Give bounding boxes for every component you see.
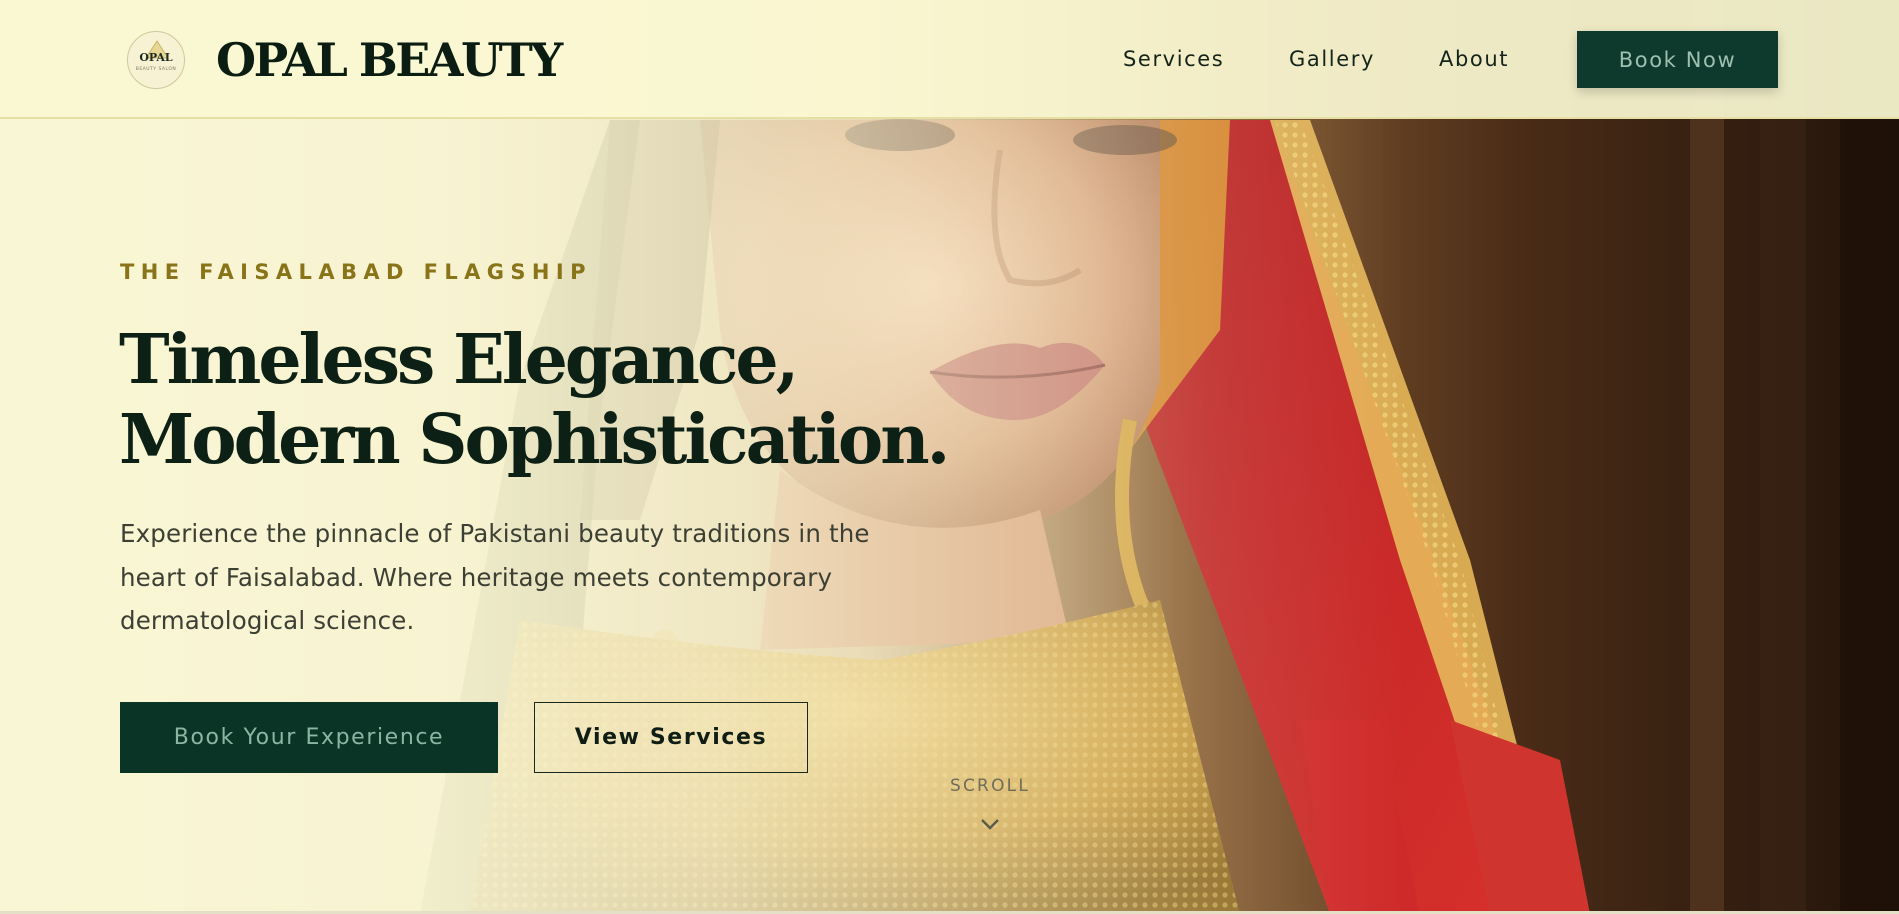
- hero-description: Experience the pinnacle of Pakistani bea…: [120, 519, 870, 635]
- book-experience-button[interactable]: Book Your Experience: [120, 702, 498, 773]
- site-header: OPAL BEAUTY SALON OPAL BEAUTY Services G…: [0, 0, 1899, 119]
- nav-link-gallery[interactable]: Gallery: [1289, 45, 1375, 73]
- hero-headline: Timeless Elegance, Modern Sophistication…: [119, 320, 1019, 480]
- logo-badge-subtitle: BEAUTY SALON: [135, 67, 177, 72]
- nav-link-about[interactable]: About: [1439, 45, 1509, 73]
- hero-headline-line-2: Modern Sophistication.: [119, 400, 950, 480]
- book-now-button[interactable]: Book Now: [1577, 31, 1778, 88]
- logo-badge[interactable]: OPAL BEAUTY SALON: [127, 31, 185, 89]
- brand-name[interactable]: OPAL BEAUTY: [216, 30, 563, 90]
- hero-eyebrow: THE FAISALABAD FLAGSHIP: [120, 260, 592, 284]
- scroll-label[interactable]: SCROLL: [940, 775, 1040, 797]
- view-services-button[interactable]: View Services: [534, 702, 808, 773]
- logo-badge-name: OPAL: [139, 51, 173, 64]
- hero-headline-line-1: Timeless Elegance,: [119, 320, 799, 400]
- chevron-down-icon[interactable]: [978, 814, 1002, 834]
- nav-link-services[interactable]: Services: [1123, 45, 1224, 73]
